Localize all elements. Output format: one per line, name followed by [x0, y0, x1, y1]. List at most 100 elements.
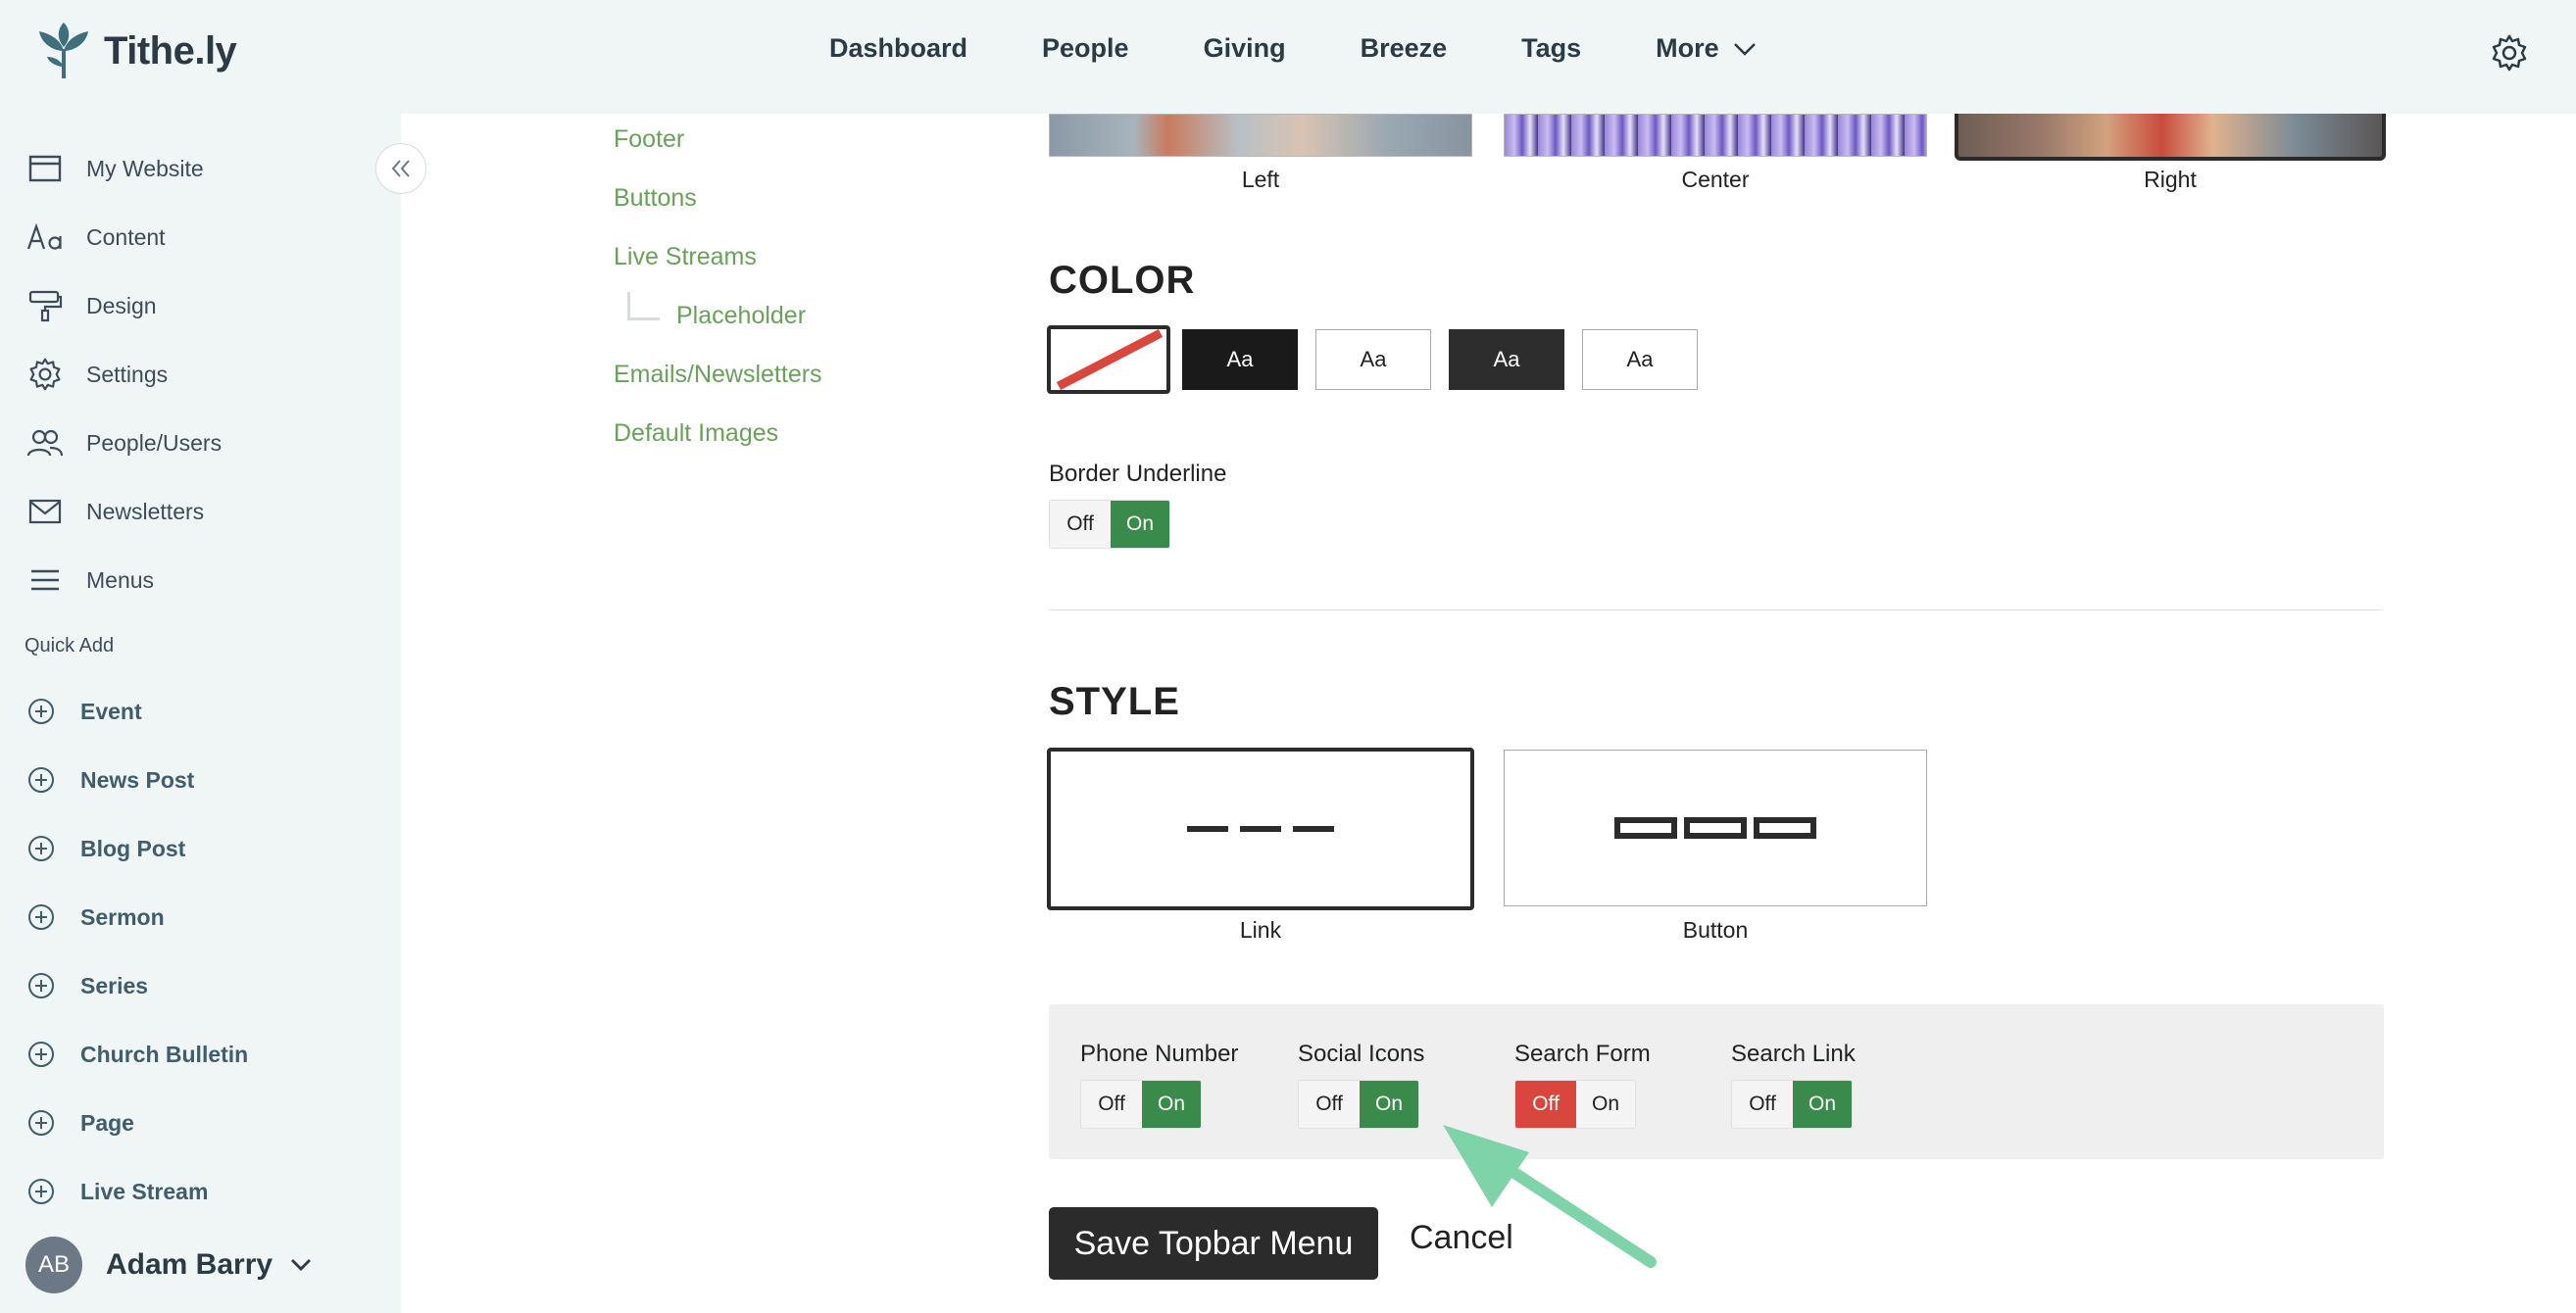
hamburger-icon [25, 560, 65, 600]
phone-number-label: Phone Number [1080, 1041, 1239, 1067]
plus-circle-icon [28, 767, 54, 793]
quick-add-label: Church Bulletin [80, 1041, 249, 1067]
social-icons-label: Social Icons [1298, 1041, 1425, 1067]
quick-add-page[interactable]: Page [27, 1109, 134, 1137]
toggle-on-option[interactable]: On [1793, 1081, 1852, 1128]
subnav-live-streams[interactable]: Live Streams [614, 243, 757, 271]
color-section-title: COLOR [1049, 259, 1196, 302]
quick-add-blog-post[interactable]: Blog Post [27, 835, 185, 862]
style-option-button[interactable] [1504, 750, 1927, 906]
alignment-left-label: Left [1241, 167, 1280, 192]
social-icons-toggle[interactable]: Off On [1298, 1080, 1419, 1129]
subnav-placeholder[interactable]: Placeholder [676, 302, 806, 330]
quick-add-church-bulletin[interactable]: Church Bulletin [27, 1041, 248, 1068]
toggle-on-option[interactable]: On [1360, 1081, 1418, 1128]
quick-add-heading: Quick Add [25, 635, 115, 656]
nav-more-label: More [1656, 33, 1719, 63]
plus-circle-icon [28, 1110, 54, 1136]
phone-number-toggle[interactable]: Off On [1080, 1080, 1202, 1129]
style-option-link[interactable] [1047, 748, 1474, 910]
browser-window-icon [25, 149, 65, 188]
brand-logo[interactable]: Tithe.ly [35, 22, 237, 80]
nav-people[interactable]: People [1042, 33, 1129, 64]
swatch-white[interactable]: Aa [1315, 329, 1431, 390]
toggle-off-option[interactable]: Off [1299, 1081, 1360, 1128]
search-link-toggle[interactable]: Off On [1731, 1080, 1853, 1129]
quick-add-news-post[interactable]: News Post [27, 766, 194, 794]
leaf-logo-icon [39, 23, 88, 78]
link-style-preview-icon [1187, 826, 1334, 832]
nav-breeze[interactable]: Breeze [1361, 33, 1448, 64]
sidebar-item-my-website[interactable]: My Website [25, 149, 204, 188]
border-underline-label: Border Underline [1049, 461, 1227, 487]
top-navigation-bar: Tithe.ly Dashboard People Giving Breeze … [0, 0, 2576, 114]
toggle-off-option[interactable]: Off [1081, 1081, 1142, 1128]
swatch-white-alt[interactable]: Aa [1582, 329, 1698, 390]
sidebar-item-content[interactable]: Content [25, 218, 166, 257]
quick-add-label: Live Stream [80, 1178, 209, 1204]
save-topbar-menu-button[interactable]: Save Topbar Menu [1049, 1207, 1378, 1280]
envelope-icon [25, 492, 65, 531]
no-color-slash-icon [1056, 329, 1164, 390]
plus-circle-icon [28, 973, 54, 998]
toggle-on-option[interactable]: On [1142, 1081, 1201, 1128]
toggle-on-option[interactable]: On [1111, 501, 1169, 548]
alignment-right-label: Right [2144, 167, 2197, 192]
nav-giving[interactable]: Giving [1204, 33, 1286, 64]
nav-more[interactable]: More [1656, 33, 1757, 64]
sidebar-item-people-users[interactable]: People/Users [25, 423, 222, 462]
brand-name: Tithe.ly [104, 28, 237, 73]
alignment-center-label: Center [1681, 167, 1750, 192]
alignment-center-thumbnail[interactable] [1504, 114, 1927, 157]
display-options-panel [1049, 1004, 2384, 1159]
collapse-sidebar-button[interactable] [375, 143, 426, 194]
search-form-label: Search Form [1514, 1041, 1651, 1067]
sidebar-item-newsletters[interactable]: Newsletters [25, 492, 204, 531]
style-option-button-label: Button [1682, 917, 1749, 943]
button-style-preview-icon [1614, 817, 1816, 839]
plus-circle-icon [28, 1042, 54, 1067]
sidebar-item-label: Design [86, 292, 157, 318]
toggle-off-option[interactable]: Off [1050, 501, 1111, 548]
users-icon [25, 423, 65, 462]
quick-add-sermon[interactable]: Sermon [27, 903, 165, 931]
settings-gear-icon[interactable] [2490, 33, 2529, 73]
double-chevron-left-icon [391, 160, 410, 177]
swatch-dark-gray[interactable]: Aa [1449, 329, 1564, 390]
chevron-down-icon [291, 1259, 312, 1271]
sidebar-item-design[interactable]: Design [25, 286, 157, 325]
plus-circle-icon [28, 904, 54, 930]
annotation-arrow-icon [1443, 1125, 1657, 1268]
user-name: Adam Barry [106, 1248, 273, 1281]
quick-add-event[interactable]: Event [27, 698, 142, 725]
subnav-emails-newsletters[interactable]: Emails/Newsletters [614, 361, 822, 389]
search-link-label: Search Link [1731, 1041, 1856, 1067]
sidebar-item-label: Newsletters [86, 498, 205, 524]
nav-dashboard[interactable]: Dashboard [829, 33, 967, 64]
nav-tags[interactable]: Tags [1521, 33, 1581, 64]
border-underline-toggle[interactable]: Off On [1049, 500, 1170, 549]
toggle-off-option[interactable]: Off [1732, 1081, 1793, 1128]
swatch-none[interactable] [1047, 325, 1170, 394]
subnav-buttons[interactable]: Buttons [614, 184, 697, 213]
quick-add-live-stream[interactable]: Live Stream [27, 1178, 208, 1205]
quick-add-label: News Post [80, 766, 195, 793]
sidebar-item-label: Settings [86, 361, 169, 387]
gear-icon [25, 355, 65, 394]
swatch-black[interactable]: Aa [1182, 329, 1298, 390]
style-option-link-label: Link [1239, 917, 1282, 943]
subnav-default-images[interactable]: Default Images [614, 419, 778, 448]
quick-add-series[interactable]: Series [27, 972, 148, 999]
section-divider [1049, 609, 2382, 610]
plus-circle-icon [28, 1179, 54, 1204]
avatar: AB [25, 1237, 82, 1293]
alignment-right-thumbnail[interactable] [1955, 114, 2386, 161]
sidebar-item-menus[interactable]: Menus [25, 560, 154, 600]
quick-add-label: Sermon [80, 903, 165, 930]
alignment-left-thumbnail[interactable] [1049, 114, 1472, 157]
sidebar-item-settings[interactable]: Settings [25, 355, 168, 394]
main-nav: Dashboard People Giving Breeze Tags More [829, 33, 1831, 64]
sidebar-item-label: Menus [86, 566, 155, 593]
user-menu[interactable]: AB Adam Barry [25, 1237, 312, 1293]
subnav-footer[interactable]: Footer [614, 125, 684, 154]
